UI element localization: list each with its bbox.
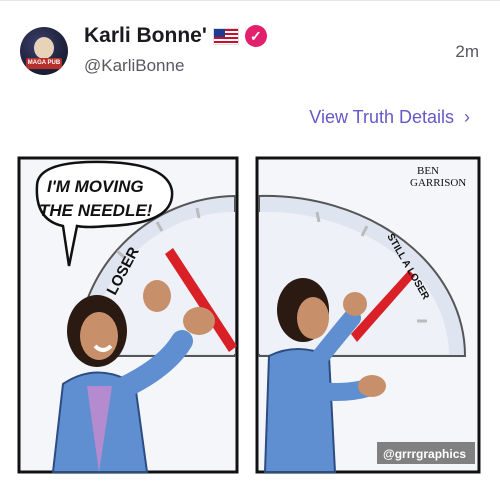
verified-badge-icon: ✓	[244, 25, 267, 47]
name-row: Karli Bonne' ✓	[84, 24, 267, 48]
avatar-badge: MAGA PUB	[26, 58, 62, 69]
speech-line-1: I'M MOVING	[47, 177, 144, 196]
speech-line-2: THE NEEDLE!	[39, 201, 153, 220]
top-divider	[0, 0, 500, 1]
post-timestamp: 2m	[455, 42, 479, 61]
watermark-badge: @grrrgraphics	[377, 442, 475, 464]
view-details-label: View Truth Details	[309, 107, 454, 127]
avatar[interactable]: MAGA PUB	[20, 27, 68, 75]
comic-image[interactable]: LOSER I'M MOVING THE NEEDLE! STILL A LOS…	[17, 156, 483, 476]
svg-text:BEN: BEN	[417, 165, 439, 177]
user-handle[interactable]: @KarliBonne	[84, 56, 184, 76]
comic-panel-1: LOSER I'M MOVING THE NEEDLE!	[17, 156, 239, 474]
display-name[interactable]: Karli Bonne'	[84, 24, 207, 48]
avatar-face	[34, 37, 54, 59]
comic-panel-2: STILL A LOSER BEN GARRISON @grrrgraphics	[255, 156, 481, 474]
view-details-link[interactable]: View Truth Details ›	[309, 107, 470, 128]
chevron-right-icon: ›	[464, 107, 470, 127]
watermark-text: @grrrgraphics	[383, 447, 466, 461]
us-flag-icon	[212, 27, 239, 45]
svg-text:GARRISON: GARRISON	[410, 177, 466, 189]
